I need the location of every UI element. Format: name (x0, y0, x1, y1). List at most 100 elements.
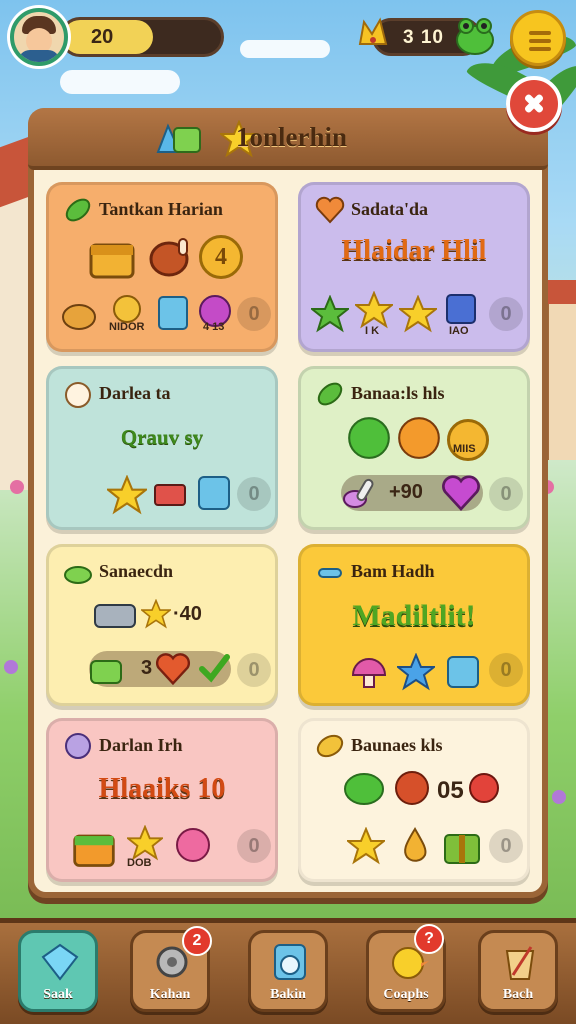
item-label: NIDOR (109, 321, 145, 333)
star-icon (399, 295, 437, 333)
lemon-icon (316, 734, 344, 758)
nav-label: Bakin (270, 987, 306, 1002)
drop-icon (404, 827, 427, 862)
item-label: IAO (449, 325, 469, 337)
quest-card[interactable]: Darlea ta Qrauv sy 0 (46, 366, 278, 530)
chest-icon (89, 243, 135, 279)
key-icon (318, 568, 342, 578)
leaf-icon (317, 382, 343, 406)
star-icon (107, 475, 147, 515)
star-icon (347, 827, 385, 865)
card-title: Darlea ta (99, 383, 171, 403)
gift-icon (444, 834, 480, 864)
chest-icon (73, 834, 115, 867)
card-headline: Hlaidar Hlil (341, 235, 487, 266)
reward-slot[interactable]: 0 (489, 829, 523, 863)
bird-icon (395, 771, 429, 805)
card-headline: Madiltlit! (352, 599, 476, 632)
coin-icon: 4 (199, 235, 243, 279)
shell-icon (65, 733, 91, 759)
heart-icon (442, 475, 480, 511)
sheep-icon (65, 382, 91, 408)
reward-slot[interactable]: 0 (489, 653, 523, 687)
reward-value: +90 (389, 481, 423, 503)
quest-card[interactable]: Bam Hadh Madiltlit! 0 (298, 544, 530, 706)
dog-icon (62, 304, 96, 330)
level-bar: 20 (60, 17, 224, 57)
turtle-icon (344, 773, 384, 805)
panel-title: 1onlerhin (236, 122, 348, 152)
robot-icon (158, 296, 188, 330)
basket-icon (90, 660, 122, 684)
diamond-icon (41, 943, 79, 981)
star-icon (141, 599, 171, 629)
fox-icon (398, 417, 440, 459)
reward-slot[interactable]: 0 (237, 829, 271, 863)
quest-card[interactable]: Sadata'da Hlaidar Hlil I K IAO 0 (298, 182, 530, 352)
quest-card[interactable]: Sanaecdn ·40 3 0 (46, 544, 278, 706)
crown-icon (358, 17, 388, 45)
flower (552, 790, 566, 804)
cloud-icon (64, 566, 92, 584)
card-subline: Qrauv sy (120, 425, 204, 449)
card-title: Sanaecdn (99, 561, 174, 581)
book-icon (154, 484, 186, 506)
notification-badge: ? (414, 924, 444, 954)
reward-slot[interactable]: 0 (237, 653, 271, 687)
player-avatar[interactable] (10, 8, 68, 66)
item-label: I K (365, 325, 380, 337)
frog-icon (456, 18, 494, 55)
reward-value: ·40 (173, 603, 202, 625)
bucket-icon (505, 946, 535, 980)
reward-number: 40 (179, 603, 202, 625)
close-button[interactable] (506, 76, 562, 132)
cloud (60, 70, 180, 94)
meat-icon (149, 238, 189, 277)
machine-icon (447, 656, 479, 688)
reward-slot[interactable]: 0 (489, 477, 523, 511)
flower (4, 660, 18, 674)
card-headline: Hlaaiks 10 (98, 773, 226, 804)
flower (10, 480, 24, 494)
robot-icon (446, 294, 476, 324)
house-right (541, 280, 576, 460)
currency-value: 3 10 (403, 27, 444, 48)
item-label: 4 13 (203, 321, 225, 333)
quest-card[interactable]: Tantkan Harian 4 NIDOR 4 13 0 (46, 182, 278, 352)
nav-tab-shop[interactable]: Saak (18, 930, 98, 1012)
reward-slot[interactable]: 0 (237, 477, 271, 511)
card-title: Tantkan Harian (99, 199, 223, 219)
card-title: Banaa:ls hls (351, 383, 445, 403)
reward-slot[interactable]: 0 (237, 297, 271, 331)
quest-card[interactable]: Baunaes kls 05 0 (298, 718, 530, 882)
check-icon (199, 654, 230, 683)
washer-icon (274, 944, 306, 980)
card-title: Baunaes kls (351, 735, 443, 755)
card-title: Bam Hadh (351, 561, 435, 581)
nav-label: Saak (43, 987, 73, 1002)
star-icon (355, 291, 393, 329)
nav-tab-bach[interactable]: Bach (478, 930, 558, 1012)
star-icon (127, 825, 163, 861)
frog-icon (348, 417, 390, 459)
star-icon (311, 295, 349, 333)
gem-flag-icon (156, 123, 201, 153)
item-label: DOB (127, 857, 152, 869)
reward-value: 3 (141, 657, 153, 679)
machine-icon (198, 476, 230, 510)
nav-tab-bakin[interactable]: Bakin (248, 930, 328, 1012)
notification-badge: 2 (182, 926, 212, 956)
card-title: Sadata'da (351, 199, 429, 219)
quest-card[interactable]: Banaa:ls hls MIIS +90 0 (298, 366, 530, 530)
cloud (240, 40, 330, 58)
star-icon (397, 653, 435, 691)
heart-icon (155, 653, 191, 686)
battery-icon (94, 604, 136, 628)
wand-icon (343, 478, 374, 508)
heart-icon (315, 196, 345, 224)
reward-slot[interactable]: 0 (489, 297, 523, 331)
level-number: 20 (91, 26, 114, 48)
quest-card[interactable]: Darlan Irh Hlaaiks 10 DOB 0 (46, 718, 278, 882)
menu-button[interactable] (510, 10, 566, 66)
flower-icon (176, 828, 210, 862)
